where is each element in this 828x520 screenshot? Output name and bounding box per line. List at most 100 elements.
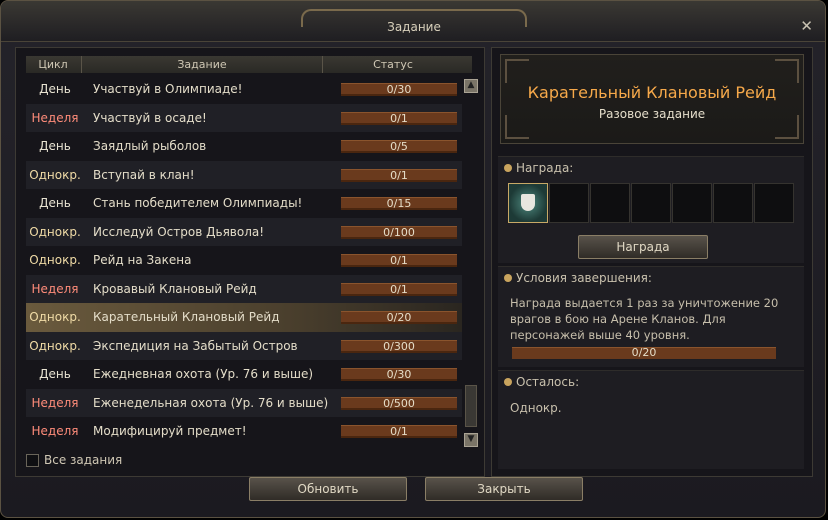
table-row[interactable]: Неделя Участвуй в осаде! 0/1 [26, 103, 462, 132]
reward-empty-slot[interactable] [549, 183, 589, 223]
table-row[interactable]: День Заядлый рыболов 0/5 [26, 132, 462, 161]
row-cycle: Неделя [31, 395, 79, 410]
row-cycle: Однокр. [29, 224, 81, 239]
row-cycle: Неделя [31, 110, 79, 125]
quest-window: Задание ✕ Цикл Задание Статус День Участв… [0, 0, 826, 518]
clock-icon [504, 378, 512, 386]
row-task: Экспедиция на Забытый Остров [93, 338, 298, 353]
row-status: 0/1 [390, 282, 408, 296]
header-task[interactable]: Задание [82, 58, 322, 71]
row-progress-bar: 0/1 [341, 254, 457, 267]
scroll-down-icon[interactable]: ▼ [464, 433, 478, 447]
row-status: 0/30 [386, 83, 412, 96]
row-cycle: Однокр. [29, 253, 81, 267]
row-status: 0/1 [390, 254, 408, 267]
conditions-section: Условия завершения: Награда выдается 1 р… [498, 266, 804, 367]
row-task: Участвуй в Олимпиаде! [93, 82, 243, 96]
reward-heading-label: Награда: [516, 161, 574, 175]
close-button[interactable]: Закрыть [425, 477, 583, 501]
scroll-thumb[interactable] [465, 385, 477, 427]
row-cycle: День [39, 196, 71, 210]
row-progress-bar: 0/1 [341, 425, 457, 438]
table-row[interactable]: Неделя Модифицируй предмет! 0/1 [26, 417, 462, 446]
table-row[interactable]: День Ежедневная охота (Ур. 76 и выше) 0/30 [26, 360, 462, 389]
scrollbar[interactable]: ▲ ▼ [464, 79, 478, 447]
row-cycle: День [39, 367, 71, 381]
remaining-heading-label: Осталось: [516, 375, 580, 389]
table-row[interactable]: Однокр. Карательный Клановый Рейд 0/20 [26, 303, 462, 332]
row-task: Карательный Клановый Рейд [93, 310, 280, 324]
conditions-heading: Условия завершения: [504, 271, 652, 285]
remaining-heading: Осталось: [504, 375, 579, 389]
row-cycle: Однокр. [29, 310, 81, 324]
reward-slots [508, 183, 795, 223]
row-task: Кровавый Клановый Рейд [93, 281, 257, 296]
close-icon[interactable]: ✕ [800, 17, 813, 35]
row-progress-bar: 0/300 [341, 339, 457, 353]
row-task: Ежедневная охота (Ур. 76 и выше) [93, 367, 314, 381]
remaining-section: Осталось: Однокр. [498, 370, 804, 469]
header-cycle[interactable]: Цикл [26, 58, 80, 71]
row-progress-bar: 0/15 [341, 197, 457, 210]
refresh-button[interactable]: Обновить [249, 477, 407, 501]
row-progress-bar: 0/500 [341, 396, 457, 410]
row-task: Еженедельная охота (Ур. 76 и выше) [93, 395, 329, 410]
all-tasks-checkbox[interactable] [26, 454, 39, 467]
corner-ornament [775, 59, 799, 83]
row-task: Вступай в клан! [93, 167, 195, 182]
scroll-icon [504, 274, 512, 282]
row-status: 0/1 [390, 425, 408, 438]
row-cycle: Однокр. [29, 338, 81, 353]
reward-empty-slot[interactable] [631, 183, 671, 223]
corner-ornament [505, 59, 529, 83]
detail-progress-text: 0/20 [631, 346, 657, 359]
row-status: 0/100 [383, 225, 415, 239]
remaining-value: Однокр. [510, 401, 562, 415]
reward-empty-slot[interactable] [672, 183, 712, 223]
table-row[interactable]: Однокр. Экспедиция на Забытый Остров 0/300 [26, 331, 462, 360]
shield-icon [521, 194, 535, 211]
row-progress-bar: 0/1 [341, 111, 457, 125]
row-task: Исследуй Остров Дьявола! [93, 224, 265, 239]
row-status: 0/500 [383, 396, 415, 410]
row-progress-bar: 0/1 [341, 282, 457, 296]
row-progress-bar: 0/20 [341, 311, 457, 324]
table-row[interactable]: День Стань победителем Олимпиады! 0/15 [26, 189, 462, 218]
table-header: Цикл Задание Статус [26, 56, 472, 73]
row-cycle: Однокр. [29, 167, 81, 182]
row-progress-bar: 0/30 [341, 83, 457, 96]
all-tasks-checkbox-row[interactable]: Все задания [26, 453, 122, 467]
reward-item-slot[interactable] [508, 183, 548, 223]
reward-empty-slot[interactable] [754, 183, 794, 223]
row-status: 0/300 [383, 339, 415, 353]
all-tasks-label: Все задания [44, 453, 123, 467]
row-task: Модифицируй предмет! [93, 424, 247, 438]
detail-title: Карательный Клановый Рейд [527, 83, 777, 102]
detail-subtitle: Разовое задание [598, 107, 706, 121]
row-status: 0/20 [386, 311, 412, 324]
reward-empty-slot[interactable] [590, 183, 630, 223]
row-status: 0/1 [390, 111, 408, 125]
table-row[interactable]: Однокр. Рейд на Закена 0/1 [26, 246, 462, 275]
row-task: Участвуй в осаде! [93, 110, 207, 125]
row-progress-bar: 0/30 [341, 368, 457, 381]
row-status: 0/1 [390, 168, 408, 182]
table-row[interactable]: Неделя Еженедельная охота (Ур. 76 и выше)… [26, 388, 462, 417]
row-progress-bar: 0/1 [341, 168, 457, 182]
row-progress-bar: 0/5 [341, 140, 457, 153]
table-row[interactable]: Однокр. Исследуй Остров Дьявола! 0/100 [26, 217, 462, 246]
table-row[interactable]: День Участвуй в Олимпиаде! 0/30 [26, 75, 462, 104]
reward-unavailable-button[interactable]: Награда недоступна [578, 235, 708, 276]
title-bar[interactable]: Задание ✕ [1, 1, 825, 42]
window-title: Задание [387, 20, 441, 34]
table-row[interactable]: Неделя Кровавый Клановый Рейд 0/1 [26, 274, 462, 303]
conditions-text: Награда выдается 1 раз за уничтожение 20… [510, 296, 779, 342]
reward-empty-slot[interactable] [713, 183, 753, 223]
header-status[interactable]: Статус [323, 58, 463, 71]
row-status: 0/30 [386, 368, 412, 381]
scroll-up-icon[interactable]: ▲ [464, 79, 478, 93]
task-detail-panel: Карательный Клановый Рейд Разовое задани… [491, 47, 813, 477]
task-list-panel: Цикл Задание Статус День Участвуй в Олимп… [15, 47, 485, 477]
row-task: Рейд на Закена [93, 253, 192, 267]
table-row[interactable]: Однокр. Вступай в клан! 0/1 [26, 160, 462, 189]
